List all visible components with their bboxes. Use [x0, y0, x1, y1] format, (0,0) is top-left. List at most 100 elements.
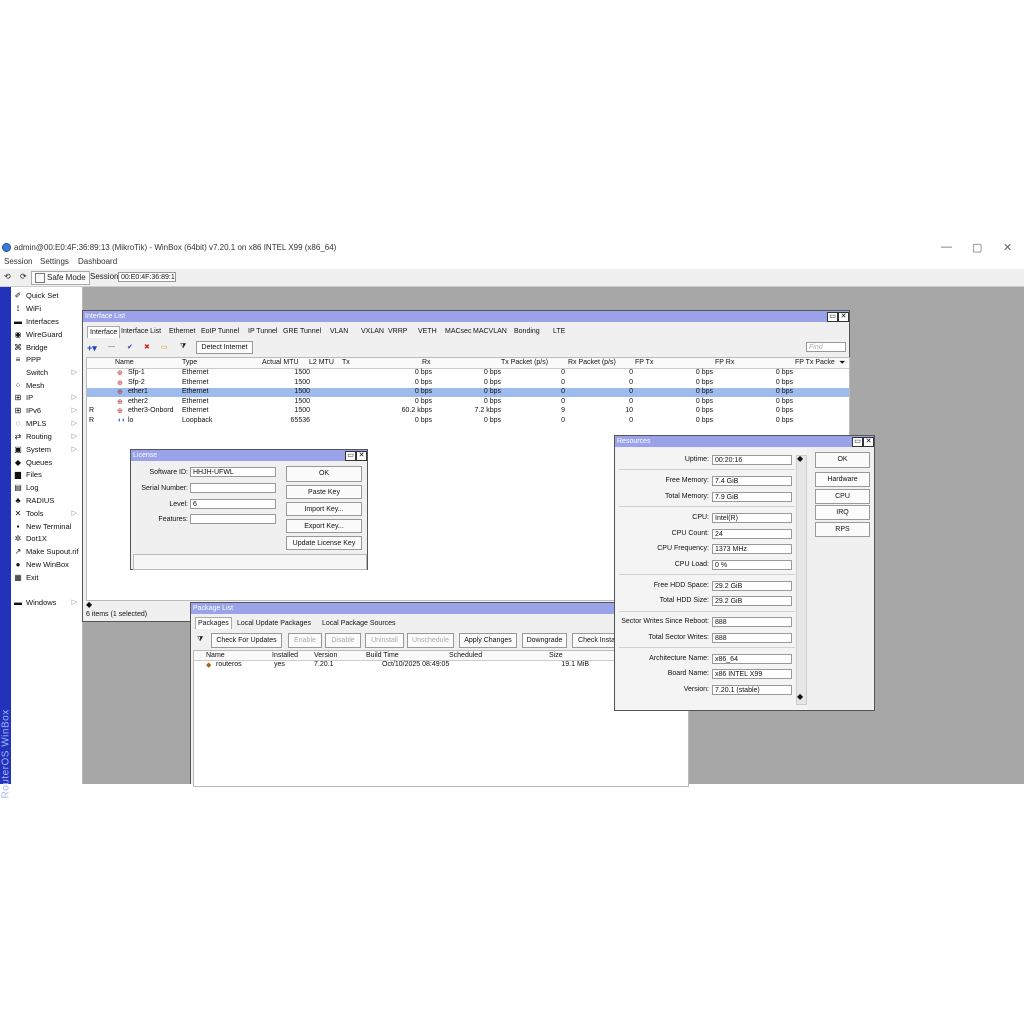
sidebar-item-wireguard[interactable]: ◉ WireGuard	[13, 329, 81, 341]
tab-vrrp[interactable]: VRRP	[388, 326, 407, 337]
export-key-button[interactable]: Export Key...	[286, 519, 362, 533]
enable-button[interactable]: ✔	[127, 343, 133, 351]
resources-ok-button[interactable]: OK	[815, 452, 870, 468]
uptime-field[interactable]: 00:20:16	[712, 455, 792, 465]
tab-bonding[interactable]: Bonding	[514, 326, 540, 337]
sidebar-item-switch[interactable]: Switch ▷	[13, 367, 81, 379]
table-row[interactable]: ⊕ ether2 Ethernet 1500 0 bps 0 bps 0 0 0 bps 0 bp…	[87, 398, 849, 407]
scroll-left-icon[interactable]: ◆	[86, 600, 92, 609]
table-row[interactable]: R ◖◗ lo Loopback 65536 0 bps 0 bps 0 0 0 bps 0 bps	[87, 417, 849, 426]
serial-number-field[interactable]	[190, 483, 276, 493]
architecture-name-field[interactable]: x86_64	[712, 654, 792, 664]
tab-macvlan[interactable]: MACVLAN	[473, 326, 507, 337]
check-for-updates-button[interactable]: Check For Updates	[211, 633, 282, 648]
restore-icon[interactable]: ▭	[852, 437, 863, 447]
sidebar-item-system[interactable]: ▣ System ▷	[13, 444, 81, 456]
tab-interface[interactable]: Interface	[87, 326, 121, 338]
add-button[interactable]: +▾	[87, 343, 97, 354]
sidebar-item-wifi[interactable]: ⟟ WiFi	[13, 303, 81, 315]
tab-interface-list[interactable]: Interface List	[121, 326, 161, 337]
version-field[interactable]: 7.20.1 (stable)	[712, 685, 792, 695]
sidebar-item-ip[interactable]: ⊞ IP ▷	[13, 392, 81, 404]
hardware-button[interactable]: Hardware	[815, 472, 870, 487]
license-ok-button[interactable]: OK	[286, 466, 362, 482]
package-column-version[interactable]: Version	[314, 652, 337, 659]
cpu-count-field[interactable]: 24	[712, 529, 792, 539]
downgrade-button[interactable]: Downgrade	[522, 633, 567, 648]
minimize-button[interactable]: —	[941, 241, 952, 253]
table-row[interactable]: R ⊕ ether3-Onbord Ethernet 1500 60.2 kbps 7.2 …	[87, 407, 849, 416]
filter-icon[interactable]: ⧩	[180, 343, 186, 351]
free-memory-field[interactable]: 7.4 GiB	[712, 476, 792, 486]
sidebar-item-dot1x[interactable]: ✲ Dot1X	[13, 533, 81, 545]
close-button[interactable]: ✕	[1003, 241, 1012, 254]
restore-icon[interactable]: ▭	[827, 312, 838, 322]
column-header-fp-tx-packet[interactable]: FP Tx Packe	[795, 359, 835, 366]
disable-package-button[interactable]: Disable	[325, 633, 361, 648]
total-hdd-size-field[interactable]: 29.2 GiB	[712, 596, 792, 606]
close-icon[interactable]: ✕	[863, 437, 874, 447]
redo-icon[interactable]: ⟳	[20, 271, 27, 283]
unschedule-button[interactable]: Unschedule	[407, 633, 454, 648]
table-row[interactable]: ⊕ ether1 Ethernet 1500 0 bps 0 bps 0 0 0 bps 0 bp…	[87, 388, 849, 397]
update-license-key-button[interactable]: Update License Key	[286, 536, 362, 550]
sidebar-item-make-supout-rif[interactable]: ↗ Make Supout.rif	[13, 546, 81, 558]
undo-icon[interactable]: ⟲	[4, 271, 11, 283]
column-header-rx-packet[interactable]: Rx Packet (p/s)	[568, 359, 616, 366]
column-header-fp-tx[interactable]: FP Tx	[635, 359, 653, 366]
irq-button[interactable]: IRQ	[815, 505, 870, 520]
tab-vxlan[interactable]: VXLAN	[361, 326, 384, 337]
resources-scrollbar[interactable]	[796, 455, 807, 705]
cpu-button[interactable]: CPU	[815, 489, 870, 504]
sidebar-item-radius[interactable]: ♣ RADIUS	[13, 495, 81, 507]
sidebar-item-queues[interactable]: ◆ Queues	[13, 457, 81, 469]
package-column-name[interactable]: Name	[206, 652, 225, 659]
sidebar-item-ipv6[interactable]: ⊞ IPv6 ▷	[13, 405, 81, 417]
apply-changes-button[interactable]: Apply Changes	[459, 633, 517, 648]
column-header-tx[interactable]: Tx	[342, 359, 350, 366]
sidebar-item-new-terminal[interactable]: ▪ New Terminal	[13, 521, 81, 533]
tab-ip-tunnel[interactable]: IP Tunnel	[248, 326, 277, 337]
sidebar-item-windows[interactable]: ▬ Windows ▷	[13, 597, 81, 609]
features-field[interactable]	[190, 514, 276, 524]
package-column-size[interactable]: Size	[549, 652, 563, 659]
comment-button[interactable]: ▭	[161, 343, 168, 351]
tab-ethernet[interactable]: Ethernet	[169, 326, 195, 337]
menu-settings[interactable]: Settings	[40, 257, 69, 266]
cpu-field[interactable]: Intel(R)	[712, 513, 792, 523]
close-icon[interactable]: ✕	[356, 451, 367, 461]
cpu-load-field[interactable]: 0 %	[712, 560, 792, 570]
sidebar-item-new-winbox[interactable]: ● New WinBox	[13, 559, 81, 571]
board-name-field[interactable]: x86 INTEL X99	[712, 669, 792, 679]
tab-gre-tunnel[interactable]: GRE Tunnel	[283, 326, 321, 337]
package-column-build-time[interactable]: Build Time	[366, 652, 399, 659]
sidebar-item-tools[interactable]: ✕ Tools ▷	[13, 508, 81, 520]
tab-lte[interactable]: LTE	[553, 326, 565, 337]
scroll-down-icon[interactable]: ◆	[797, 692, 803, 701]
total-memory-field[interactable]: 7.9 GiB	[712, 492, 792, 502]
enable-package-button[interactable]: Enable	[288, 633, 322, 648]
column-header-l2-mtu[interactable]: L2 MTU	[309, 359, 334, 366]
rps-button[interactable]: RPS	[815, 522, 870, 537]
sidebar-item-exit[interactable]: ▦ Exit	[13, 572, 81, 584]
table-row[interactable]: ⊕ Sfp-1 Ethernet 1500 0 bps 0 bps 0 0 0 bps 0 bps	[87, 369, 849, 378]
restore-icon[interactable]: ▭	[345, 451, 356, 461]
filter-icon[interactable]: ⧩	[197, 636, 203, 644]
sidebar-item-ppp[interactable]: ≡ PPP	[13, 354, 81, 366]
close-icon[interactable]: ✕	[838, 312, 849, 322]
paste-key-button[interactable]: Paste Key	[286, 485, 362, 499]
tab-vlan[interactable]: VLAN	[330, 326, 348, 337]
tab-eoip-tunnel[interactable]: EoIP Tunnel	[201, 326, 239, 337]
find-input[interactable]: Find	[806, 342, 846, 352]
level-field[interactable]: 6	[190, 499, 276, 509]
safe-mode-checkbox[interactable]	[35, 272, 45, 283]
tab-veth[interactable]: VETH	[418, 326, 437, 337]
import-key-button[interactable]: Import Key...	[286, 502, 362, 516]
sidebar-item-interfaces[interactable]: ▬ Interfaces	[13, 316, 81, 328]
columns-dropdown-icon[interactable]: ⏷	[839, 358, 845, 368]
disable-button[interactable]: ✖	[144, 343, 150, 351]
scroll-up-icon[interactable]: ◆	[797, 454, 803, 463]
sidebar-item-bridge[interactable]: ⌘ Bridge	[13, 342, 81, 354]
sidebar-item-routing[interactable]: ⇄ Routing ▷	[13, 431, 81, 443]
column-header-type[interactable]: Type	[182, 359, 197, 366]
